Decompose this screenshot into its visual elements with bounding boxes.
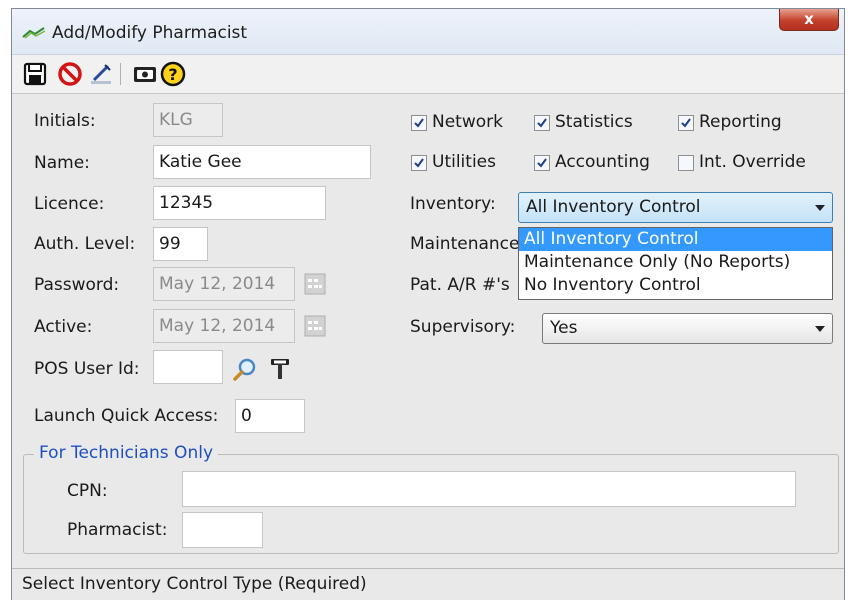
check-icon [537,118,547,128]
check-icon [681,118,691,128]
chevron-down-icon [815,205,825,211]
name-label: Name: [34,153,90,173]
inventory-option[interactable]: No Inventory Control [519,274,832,297]
dialog-window: Add/Modify Pharmacist x ? Initials: Name… [11,8,845,600]
utilities-label: Utilities [432,152,496,172]
toolbar: ? [12,55,844,94]
name-field[interactable]: Katie Gee [153,145,371,179]
save-icon[interactable] [22,61,48,87]
auth-level-field[interactable]: 99 [153,227,208,261]
inventory-dropdown-list: All Inventory Control Maintenance Only (… [518,227,833,300]
technicians-group-title: For Technicians Only [34,443,219,463]
close-icon: x [804,10,814,28]
inventory-option[interactable]: Maintenance Only (No Reports) [519,251,832,274]
network-label: Network [432,112,503,132]
supervisory-selected-value: Yes [550,318,578,338]
active-label: Active: [34,317,93,337]
cpn-field[interactable] [182,471,796,507]
checkbox-box [534,115,550,131]
check-icon [414,118,424,128]
toolbar-separator [120,63,121,85]
pat-ar-label: Pat. A/R #'s [410,275,510,295]
supervisory-select[interactable]: Yes [542,313,833,344]
search-icon[interactable] [233,357,257,381]
inventory-select[interactable]: All Inventory Control [518,192,833,223]
chevron-down-icon [815,326,825,332]
pharmacist-field[interactable] [182,512,263,548]
inventory-option[interactable]: All Inventory Control [519,228,832,251]
close-button[interactable]: x [779,9,839,31]
supervisory-label: Supervisory: [410,317,516,337]
checkbox-box [411,115,427,131]
help-icon[interactable]: ? [160,61,186,87]
initials-field[interactable]: KLG [153,103,223,137]
edit-icon[interactable] [88,61,114,87]
check-icon [537,158,547,168]
initials-label: Initials: [34,111,96,131]
pos-user-id-label: POS User Id: [34,359,140,379]
check-icon [414,158,424,168]
checkbox-box [678,155,694,171]
status-text: Select Inventory Control Type (Required) [22,574,367,594]
checkbox-box [678,115,694,131]
status-bar: Select Inventory Control Type (Required) [12,568,844,600]
checkbox-box [411,155,427,171]
int-override-label: Int. Override [699,152,806,172]
cpn-label: CPN: [67,481,108,501]
tools-icon[interactable] [268,357,292,381]
launch-quick-access-label: Launch Quick Access: [34,406,219,426]
maintenance-label: Maintenance [410,234,520,254]
card-icon[interactable] [132,61,158,87]
password-date-field[interactable]: May 12, 2014 [153,267,295,301]
calendar-icon[interactable] [304,273,326,295]
licence-label: Licence: [34,194,105,214]
accounting-label: Accounting [555,152,650,172]
auth-level-label: Auth. Level: [34,234,136,254]
launch-quick-access-field[interactable]: 0 [235,399,305,433]
licence-field[interactable]: 12345 [153,186,326,220]
password-label: Password: [34,275,120,295]
cancel-icon[interactable] [57,61,83,87]
statistics-label: Statistics [555,112,633,132]
checkbox-box [534,155,550,171]
inventory-label: Inventory: [410,194,496,214]
svg-text:?: ? [168,65,177,84]
reporting-label: Reporting [699,112,782,132]
calendar-icon[interactable] [304,315,326,337]
window-title: Add/Modify Pharmacist [52,23,248,43]
pharmacist-label: Pharmacist: [67,520,168,540]
inventory-selected-value: All Inventory Control [526,197,701,217]
app-icon [22,27,46,39]
pos-user-id-field[interactable] [153,350,223,384]
title-bar: Add/Modify Pharmacist x [12,9,844,55]
active-date-field[interactable]: May 12, 2014 [153,309,295,343]
